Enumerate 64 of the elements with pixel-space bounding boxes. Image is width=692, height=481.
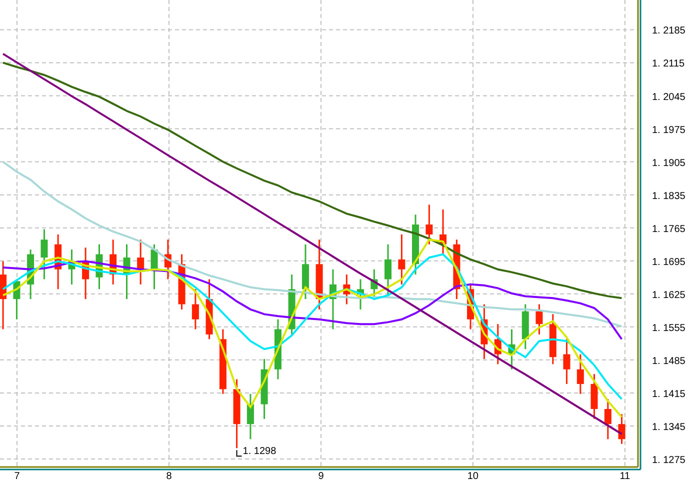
candlestick [150, 244, 158, 290]
candlestick [508, 329, 516, 370]
candlestick [590, 374, 598, 419]
axis-label: 1. 1485 [652, 356, 686, 367]
candlestick [412, 214, 419, 275]
candlestick [178, 254, 186, 310]
candlestick [0, 261, 7, 330]
axis-label: 1. 2185 [652, 26, 686, 37]
candlestick [192, 289, 199, 330]
price-label: 1. 1298 [242, 446, 276, 458]
candlestick [274, 319, 282, 380]
candlestick [329, 269, 336, 330]
candlestick [206, 279, 213, 340]
candlestick [54, 234, 62, 290]
axis-label: 9 [318, 471, 324, 481]
axis-label: 1. 1975 [652, 124, 686, 136]
axis-label: 1. 1415 [652, 388, 686, 400]
leader-line [236, 450, 242, 457]
candlestick [536, 304, 543, 334]
candlestick [110, 240, 117, 284]
candlestick [316, 240, 323, 310]
candlestick [27, 250, 34, 300]
candlestick [604, 399, 612, 440]
axis-label: 1. 2045 [652, 92, 686, 103]
axis-label: 11 [620, 471, 630, 481]
axis-label: 10 [467, 471, 479, 481]
candlestick [164, 240, 172, 280]
candlestick [398, 234, 406, 284]
axis-label: 1. 1905 [652, 158, 686, 169]
candlestick [343, 274, 350, 304]
candlestick [480, 304, 488, 359]
axis-label: 1. 2115 [652, 58, 685, 70]
axis-label: 1. 1695 [652, 256, 686, 268]
candlestick [246, 394, 254, 440]
candlestick [618, 414, 626, 444]
candlestick [453, 240, 460, 300]
candlestick [357, 279, 364, 310]
candlestick [522, 304, 529, 350]
candlestick [233, 379, 240, 448]
candlestick [576, 354, 584, 394]
axis-label: 7 [14, 471, 20, 481]
candlestick [549, 314, 556, 364]
axis-label: 1. 1765 [652, 224, 686, 235]
candlestick [40, 229, 48, 280]
candlestick [302, 244, 309, 300]
candlestick [563, 339, 570, 384]
candlestick [82, 248, 90, 300]
axis-label: 8 [166, 471, 172, 481]
axis-label: 1. 1555 [652, 322, 686, 334]
candlestick [68, 250, 76, 284]
axis-label: 1. 1835 [652, 190, 686, 202]
candlestick [260, 358, 268, 419]
candlestick [494, 324, 502, 364]
candlestick [440, 209, 447, 254]
axis-label: 1. 1345 [652, 422, 686, 433]
axis-label: 1. 1625 [652, 290, 686, 301]
candlestick [384, 244, 392, 294]
candlestick [219, 329, 226, 394]
candlestick [467, 284, 474, 330]
candlestick [96, 244, 103, 290]
candlestick [137, 240, 144, 284]
axis-label: 1. 1275 [652, 454, 686, 466]
candlestick [288, 274, 296, 334]
candlestick [426, 204, 433, 244]
